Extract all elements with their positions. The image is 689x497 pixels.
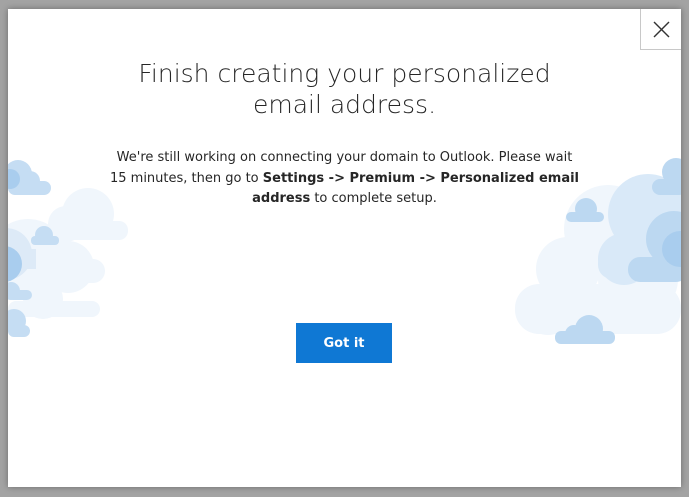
dialog-title-line-1: Finish creating your personalized: [138, 59, 551, 88]
message-text-end: to complete setup.: [310, 191, 437, 206]
close-icon: [653, 21, 669, 37]
personalized-email-dialog: Finish creating your personalized email …: [8, 9, 681, 487]
close-button[interactable]: [640, 9, 681, 50]
dialog-title: Finish creating your personalized email …: [8, 58, 681, 120]
dialog-message: We're still working on connecting your d…: [108, 148, 581, 210]
got-it-button[interactable]: Got it: [296, 323, 392, 363]
dialog-title-line-2: email address.: [252, 90, 437, 119]
